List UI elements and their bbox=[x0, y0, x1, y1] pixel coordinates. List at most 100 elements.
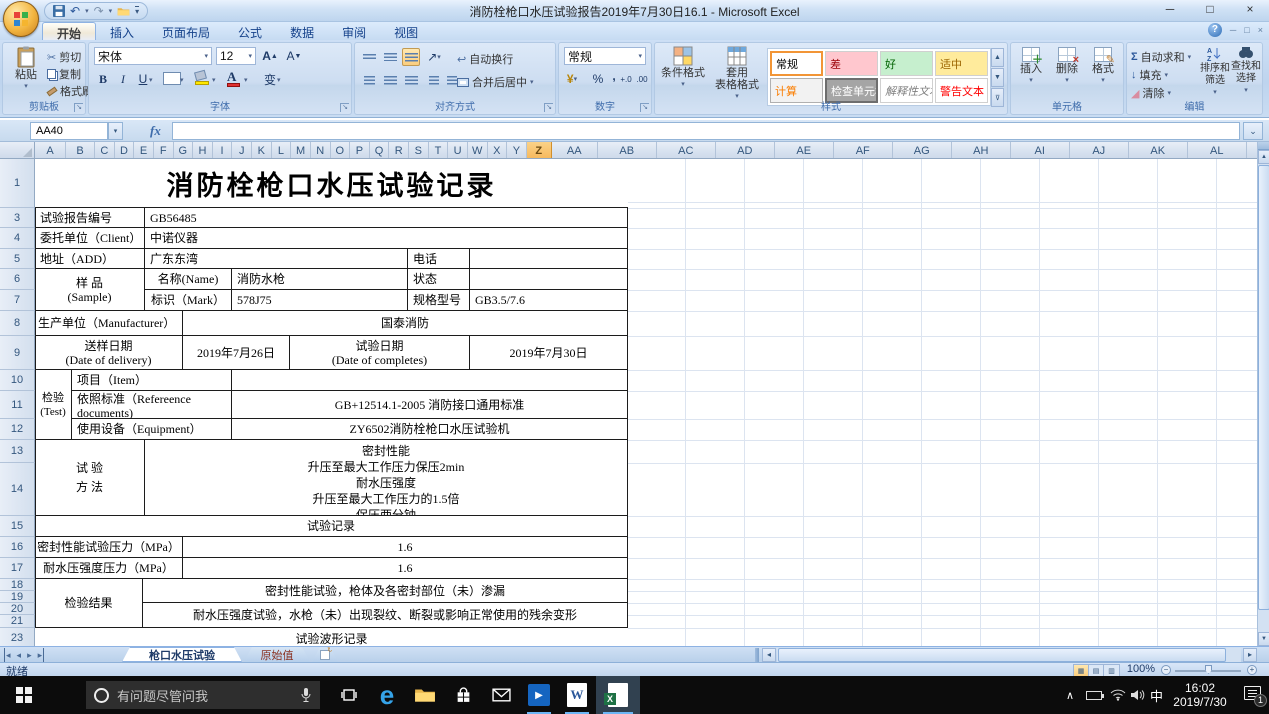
bold-button[interactable]: B bbox=[94, 70, 112, 88]
save-icon[interactable] bbox=[53, 5, 65, 17]
office-button[interactable] bbox=[3, 1, 39, 37]
row-header[interactable]: 4 bbox=[0, 228, 35, 249]
page-layout-view-button[interactable]: ▤ bbox=[1089, 665, 1104, 676]
row-header[interactable]: 11 bbox=[0, 391, 35, 419]
ribbon-tab[interactable]: 页面布局 bbox=[148, 22, 224, 40]
row-header[interactable]: 16 bbox=[0, 537, 35, 558]
underline-dropdown-icon[interactable]: ▾ bbox=[149, 76, 153, 84]
font-size-combo[interactable]: 12▾ bbox=[216, 47, 256, 65]
column-header[interactable]: F bbox=[154, 142, 174, 159]
mark-value[interactable]: 578J75 bbox=[232, 290, 408, 311]
scroll-left-icon[interactable]: ◂ bbox=[762, 648, 776, 662]
volume-icon[interactable] bbox=[1130, 676, 1146, 714]
column-header[interactable]: AE bbox=[775, 142, 834, 159]
row-header[interactable]: 3 bbox=[0, 208, 35, 228]
column-header[interactable]: L bbox=[272, 142, 292, 159]
column-header[interactable]: AB bbox=[598, 142, 657, 159]
scroll-right-icon[interactable]: ▸ bbox=[1243, 648, 1257, 662]
fill-color-button[interactable] bbox=[195, 71, 209, 85]
zoom-slider-thumb[interactable] bbox=[1205, 665, 1212, 674]
scroll-up-icon[interactable]: ▲ bbox=[1258, 150, 1269, 164]
first-sheet-icon[interactable]: ◂ bbox=[4, 648, 11, 662]
borders-dropdown-icon[interactable]: ▾ bbox=[180, 76, 184, 84]
gallery-down-icon[interactable]: ▼ bbox=[991, 68, 1004, 87]
sort-filter-button[interactable]: AZ 排序和 筛选▾ bbox=[1199, 46, 1231, 104]
clock[interactable]: 16:02 2019/7/30 bbox=[1168, 676, 1232, 714]
column-header[interactable]: U bbox=[448, 142, 468, 159]
column-header[interactable]: I bbox=[213, 142, 233, 159]
align-center-button[interactable] bbox=[381, 71, 399, 89]
row-header[interactable]: 20 bbox=[0, 603, 35, 615]
phonetic-dropdown-icon[interactable]: ▾ bbox=[277, 76, 281, 84]
italic-button[interactable]: I bbox=[114, 70, 132, 88]
next-sheet-icon[interactable]: ▸ bbox=[27, 648, 32, 662]
name-box-dropdown-icon[interactable]: ▾ bbox=[108, 122, 123, 140]
manufacturer-value[interactable]: 国泰消防 bbox=[183, 311, 628, 336]
row-header[interactable]: 10 bbox=[0, 370, 35, 391]
fill-button[interactable]: ↓ 填充▾ bbox=[1131, 67, 1168, 83]
workbook-close-button[interactable]: × bbox=[1258, 25, 1263, 35]
column-header[interactable]: AH bbox=[952, 142, 1011, 159]
column-header[interactable]: G bbox=[174, 142, 194, 159]
word-app-button[interactable]: W bbox=[558, 676, 596, 714]
column-header[interactable]: R bbox=[389, 142, 409, 159]
split-handle[interactable] bbox=[1258, 142, 1269, 150]
paste-dropdown-icon[interactable]: ▾ bbox=[24, 82, 28, 90]
strength-pressure-value[interactable]: 1.6 bbox=[183, 558, 628, 579]
ribbon-tab[interactable]: 公式 bbox=[224, 22, 276, 40]
column-header[interactable]: D bbox=[115, 142, 135, 159]
column-header[interactable]: AF bbox=[834, 142, 893, 159]
autosum-button[interactable]: Σ 自动求和▾ bbox=[1131, 49, 1191, 65]
shrink-font-button[interactable]: A▼ bbox=[285, 47, 303, 65]
address-value[interactable]: 广东东湾 bbox=[145, 249, 408, 269]
middle-align-button[interactable] bbox=[381, 48, 399, 66]
method-value[interactable]: 密封性能 升压至最大工作压力保压2min 耐水压强度 升压至最大工作压力的1.5… bbox=[145, 440, 628, 516]
formula-input[interactable] bbox=[172, 122, 1240, 140]
grow-font-button[interactable]: A▲ bbox=[261, 47, 279, 65]
workbook-restore-button[interactable]: □ bbox=[1244, 25, 1249, 35]
test-date-value[interactable]: 2019年7月30日 bbox=[470, 336, 628, 370]
column-header[interactable]: C bbox=[95, 142, 115, 159]
column-header[interactable]: W bbox=[468, 142, 488, 159]
column-header[interactable]: O bbox=[331, 142, 351, 159]
column-header[interactable]: AD bbox=[716, 142, 775, 159]
item-value[interactable] bbox=[232, 370, 628, 391]
row-header[interactable]: 13 bbox=[0, 440, 35, 463]
format-cells-button[interactable]: ✎ 格式▾ bbox=[1086, 47, 1120, 103]
sheet-grid[interactable]: 消防栓枪口水压试验记录 试验报告编号 GB56485 委托单位（Client） … bbox=[0, 159, 1257, 646]
insert-function-icon[interactable]: fx bbox=[150, 123, 161, 139]
decrease-indent-button[interactable] bbox=[425, 71, 443, 89]
row-header[interactable]: 5 bbox=[0, 249, 35, 269]
column-header[interactable]: Y bbox=[507, 142, 527, 159]
font-color-button[interactable]: A bbox=[227, 69, 240, 87]
find-select-button[interactable]: 查找和 选择▾ bbox=[1231, 46, 1261, 104]
name-box[interactable]: AA40 bbox=[30, 122, 108, 140]
start-button[interactable] bbox=[0, 676, 48, 714]
mail-button[interactable] bbox=[482, 676, 520, 714]
ribbon-tab[interactable]: 开始 bbox=[42, 22, 96, 40]
undo-button[interactable]: ↶ bbox=[70, 5, 80, 17]
row-header[interactable]: 15 bbox=[0, 516, 35, 537]
status-value[interactable] bbox=[470, 269, 628, 290]
accounting-format-button[interactable]: ¥▾ bbox=[563, 70, 581, 88]
conditional-formatting-button[interactable]: 条件格式 ▾ bbox=[657, 46, 709, 104]
equipment-value[interactable]: ZY6502消防栓枪口水压试验机 bbox=[232, 419, 628, 440]
file-explorer-button[interactable] bbox=[406, 676, 444, 714]
expand-formula-bar-icon[interactable]: ⌄ bbox=[1243, 122, 1263, 140]
row-header[interactable]: 17 bbox=[0, 558, 35, 579]
font-dialog-launcher-icon[interactable]: ↘ bbox=[340, 103, 349, 112]
column-header[interactable]: AK bbox=[1129, 142, 1188, 159]
ribbon-tab[interactable]: 审阅 bbox=[328, 22, 380, 40]
redo-button[interactable]: ↷ bbox=[94, 5, 104, 17]
vertical-scroll-thumb[interactable] bbox=[1258, 165, 1269, 610]
column-header[interactable]: AJ bbox=[1070, 142, 1129, 159]
delivery-date-value[interactable]: 2019年7月26日 bbox=[183, 336, 290, 370]
insert-cells-button[interactable]: ＋ 插入▾ bbox=[1014, 47, 1048, 103]
column-header[interactable]: B bbox=[66, 142, 95, 159]
column-header[interactable]: A bbox=[35, 142, 66, 159]
cell-style-item[interactable]: 常规 bbox=[770, 51, 823, 76]
store-button[interactable] bbox=[444, 676, 482, 714]
column-header[interactable]: AC bbox=[657, 142, 716, 159]
column-header[interactable]: E bbox=[134, 142, 154, 159]
minimize-button[interactable]: ─ bbox=[1157, 2, 1183, 16]
